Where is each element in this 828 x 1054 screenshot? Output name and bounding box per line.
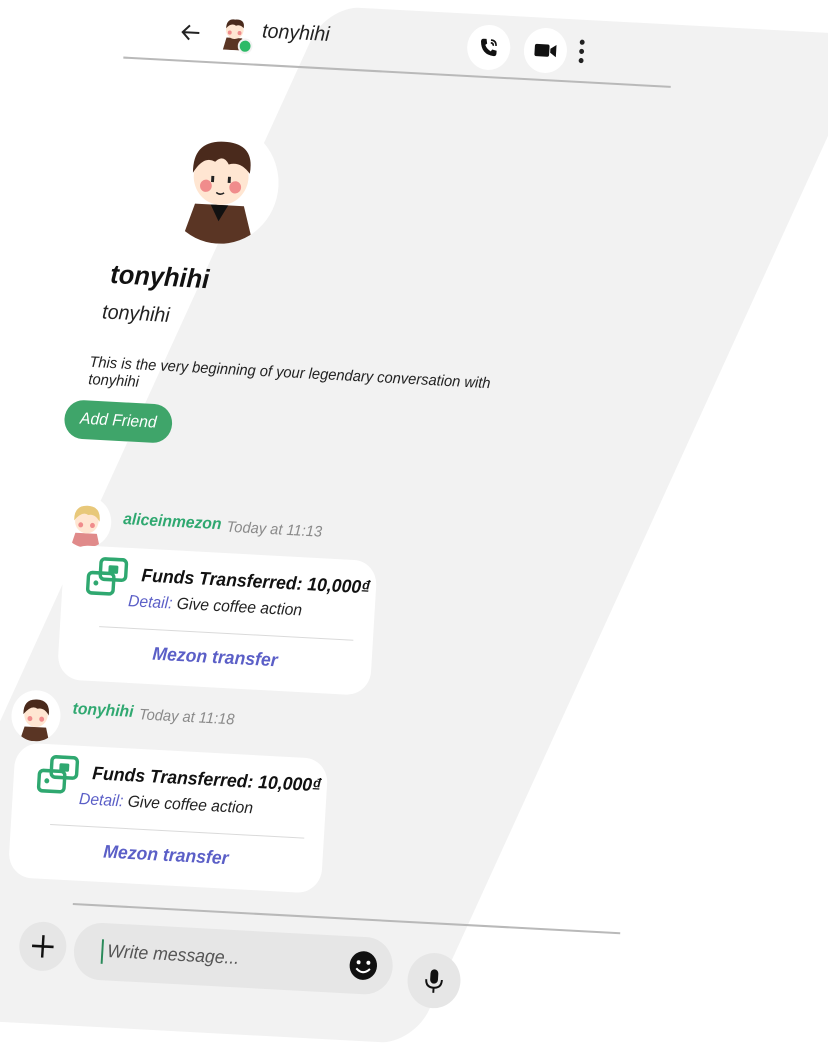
phone-frame: tonyhihi tonyhihi tonyhihi This is the v… — [0, 0, 828, 1044]
plus-icon — [31, 935, 54, 958]
message-username[interactable]: tonyhihi — [72, 700, 134, 722]
card-divider — [99, 626, 354, 641]
text-cursor — [100, 939, 105, 964]
transfer-detail: Detail: Give coffee action — [78, 790, 254, 819]
transfer-detail: Detail: Give coffee action — [128, 593, 303, 621]
message-avatar[interactable] — [10, 689, 62, 743]
app-screen: tonyhihi tonyhihi tonyhihi This is the v… — [0, 0, 828, 1054]
transfer-icon — [34, 754, 84, 801]
emoji-button[interactable] — [347, 948, 380, 982]
profile-handle: tonyhihi — [101, 300, 171, 328]
chat-header: tonyhihi — [123, 0, 675, 88]
microphone-icon — [425, 969, 443, 993]
voice-message-button[interactable] — [405, 951, 463, 1010]
more-vertical-icon — [578, 39, 585, 64]
mezon-transfer-link[interactable]: Mezon transfer — [9, 836, 323, 874]
message-username[interactable]: aliceinmezon — [123, 511, 222, 535]
conversation-intro-text: This is the very beginning of your legen… — [87, 353, 491, 393]
message-input[interactable]: Write message... — [72, 921, 395, 996]
detail-value: Give coffee action — [127, 793, 254, 818]
back-arrow-icon[interactable] — [179, 21, 202, 45]
message-timestamp: Today at 11:13 — [226, 518, 323, 541]
transfer-icon — [83, 556, 133, 603]
message-timestamp: Today at 11:18 — [138, 706, 235, 729]
profile-name: tonyhihi — [109, 258, 211, 295]
attach-button[interactable] — [17, 920, 68, 973]
mezon-transfer-link[interactable]: Mezon transfer — [58, 638, 372, 676]
add-friend-button[interactable]: Add Friend — [63, 399, 174, 444]
profile-avatar — [159, 120, 283, 247]
more-options-button[interactable] — [576, 36, 588, 67]
online-status-dot — [237, 38, 253, 55]
card-divider — [50, 823, 305, 839]
message-avatar[interactable] — [60, 495, 113, 549]
header-title[interactable]: tonyhihi — [261, 20, 331, 47]
chat-view: tonyhihi tonyhihi tonyhihi This is the v… — [7, 0, 675, 1054]
video-camera-icon — [534, 43, 557, 58]
detail-value: Give coffee action — [176, 595, 303, 620]
transfer-title: Funds Transferred: 10,000₫ — [91, 762, 322, 796]
transfer-card: Funds Transferred: 10,000₫ Detail: Give … — [56, 544, 378, 696]
detail-label: Detail: — [78, 790, 124, 811]
voice-call-button[interactable] — [465, 23, 512, 72]
detail-label: Detail: — [127, 592, 173, 613]
emoji-icon — [349, 951, 378, 980]
transfer-card: Funds Transferred: 10,000₫ Detail: Give … — [7, 742, 329, 894]
message-input-placeholder: Write message... — [106, 940, 240, 969]
phone-call-icon — [480, 38, 497, 57]
transfer-title: Funds Transferred: 10,000₫ — [140, 564, 371, 598]
video-call-button[interactable] — [522, 26, 569, 75]
